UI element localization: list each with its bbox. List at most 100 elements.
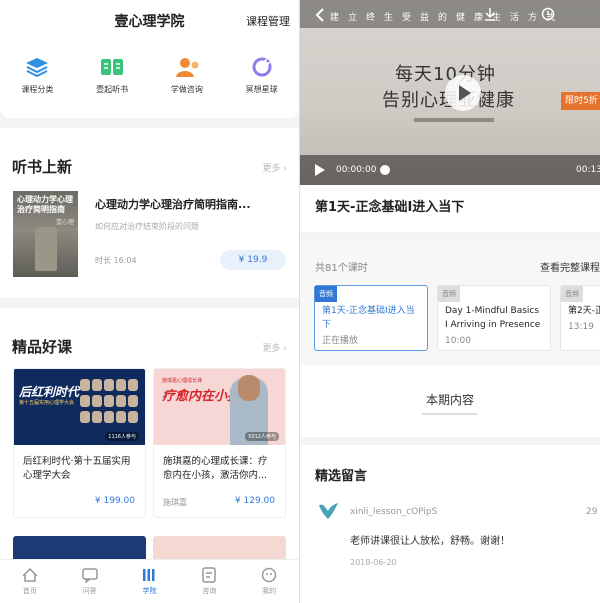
comment-date: 2018-06-20: [350, 558, 397, 567]
participants-badge: 1116人参与: [105, 432, 139, 441]
course-price: ¥ 129.00: [234, 496, 275, 506]
comment-text: 老师讲课很让人放松，舒畅。谢谢！: [350, 536, 510, 547]
course-price: ¥ 199.00: [94, 496, 135, 506]
lesson-card[interactable]: 音频 第1天-正念基础I进入当下 正在播放: [314, 285, 428, 351]
book-duration: 时长 16:04: [95, 256, 137, 265]
tab-label: 首页: [22, 587, 37, 595]
view-all-lessons-link[interactable]: 查看完整课程: [540, 259, 600, 274]
like-count[interactable]: 29: [586, 507, 597, 517]
more-link[interactable]: 更多 ›: [263, 341, 287, 354]
book-price-button[interactable]: ¥ 19.9: [220, 250, 286, 270]
category-course-types[interactable]: 课程分类: [7, 56, 67, 118]
current-time: 00:00:00: [336, 165, 377, 175]
academy-icon: [143, 569, 155, 581]
book-cover: 心理动力学心理治疗简明指南 壹心理: [13, 191, 78, 277]
book-icon: [101, 59, 124, 75]
courses-section: 精品好课 更多 › 后红利时代 第十五届实用心理学大会 1116人参与 后红利时…: [0, 308, 299, 564]
lesson-card[interactable]: 音频 Day 1-Mindful Basics I Arriving in Pr…: [437, 285, 551, 351]
lesson-type: 音频: [315, 286, 337, 302]
cover-author: 壹心理: [55, 219, 74, 226]
lesson-meta: 10:00: [445, 336, 471, 346]
lesson-card[interactable]: 音频 第2天-正念基础II的放松 13:19: [560, 285, 600, 351]
new-books-section: 听书上新 更多 › 心理动力学心理治疗简明指南 壹心理 心理动力学心理治疗简明指…: [0, 128, 299, 298]
top-header: 壹心理学院 课程管理: [0, 0, 299, 40]
book-title: 心理动力学心理治疗简明指南...: [95, 198, 251, 211]
thumb-title: 后红利时代: [19, 385, 80, 399]
lesson-list: 音频 第1天-正念基础I进入当下 正在播放 音频 Day 1-Mindful B…: [314, 285, 600, 351]
tab-profile[interactable]: 我的: [247, 560, 291, 603]
section-header: 精品好课 更多 ›: [0, 308, 299, 368]
section-title: 听书上新: [12, 158, 73, 176]
category-label: 壹起听书: [96, 85, 129, 94]
category-listen-books[interactable]: 壹起听书: [82, 56, 142, 118]
tab-home[interactable]: 首页: [8, 560, 52, 603]
play-icon: [459, 85, 471, 101]
thumb-subtitle: 施琪嘉心理成长课: [162, 378, 203, 384]
tab-consult[interactable]: 咨询: [187, 560, 231, 603]
section-header: 听书上新 更多 ›: [0, 128, 299, 188]
bottom-tabbar: 首页 问答 学院 咨询 我的: [0, 559, 299, 603]
tab-qa[interactable]: 问答: [68, 560, 112, 603]
tab-academy[interactable]: 学院: [127, 560, 171, 603]
layers-icon: [26, 58, 49, 78]
course-player-screen: 建立终生受益的健康生活方式 每天10分钟 告别心理亚健康 限时5折 00:00:…: [299, 0, 600, 603]
lessons-section: 共81个课时 查看完整课程 音频 第1天-正念基础I进入当下 正在播放 音频 D…: [300, 240, 600, 365]
course-name: 施琪嘉的心理成长课：疗愈内在小孩，激活你内...: [163, 456, 268, 481]
lesson-title: 第2天-正念基础II的放松: [568, 306, 600, 316]
course-name: 后红利时代·第十五届实用心理学大会: [23, 456, 131, 481]
period-content-tab[interactable]: 本期内容: [300, 365, 600, 445]
episode-title: 第1天-正念基础I进入当下: [315, 200, 465, 215]
discount-tag: 限时5折: [561, 92, 600, 110]
total-time: 00:13:: [576, 165, 600, 175]
comment-username: xinli_lesson_cOPipS: [350, 507, 438, 517]
lesson-type: 音频: [438, 286, 460, 302]
course-thumbnail: 后红利时代 第十五届实用心理学大会 1116人参与: [14, 369, 145, 445]
course-thumbnail: 施琪嘉心理成长课 疗愈内在小孩 5012人参与: [154, 369, 285, 445]
tab-label: 我的: [262, 587, 277, 595]
video-title: 建立终生受益的健康生活方式: [330, 13, 565, 23]
counselor-icon: [175, 58, 199, 77]
avatar[interactable]: [316, 499, 340, 523]
timer-icon[interactable]: [541, 7, 555, 21]
profile-icon: [261, 567, 277, 583]
video-controls: 00:00:00 00:13:: [300, 155, 600, 185]
lesson-count: 共81个课时: [315, 263, 368, 274]
seek-slider[interactable]: [380, 165, 390, 175]
section-title: 精品好课: [12, 338, 73, 356]
course-card[interactable]: 后红利时代 第十五届实用心理学大会 1116人参与 后红利时代·第十五届实用心理…: [13, 368, 146, 518]
book-item[interactable]: 心理动力学心理治疗简明指南 壹心理 心理动力学心理治疗简明指南... 如何应对治…: [0, 188, 299, 298]
speaker-photos: [80, 379, 144, 425]
more-course-cards: [0, 518, 299, 564]
category-counseling[interactable]: 学做咨询: [157, 56, 217, 118]
participants-badge: 5012人参与: [245, 432, 279, 441]
course-card[interactable]: 施琪嘉心理成长课 疗愈内在小孩 5012人参与 施琪嘉的心理成长课：疗愈内在小孩…: [153, 368, 286, 518]
more-link[interactable]: 更多 ›: [263, 161, 287, 174]
planet-icon: [252, 57, 272, 77]
thumb-subtitle: 第十五届实用心理学大会: [19, 400, 75, 406]
category-label: 冥想星球: [245, 85, 278, 94]
home-icon: [22, 567, 38, 582]
back-arrow-icon[interactable]: [315, 8, 325, 22]
course-author: 施琪嘉: [163, 498, 187, 507]
thumb-title: 疗愈内在小孩: [162, 389, 241, 404]
category-label: 课程分类: [21, 85, 54, 94]
lesson-title: 第1天-正念基础I进入当下: [322, 306, 415, 330]
play-icon[interactable]: [314, 163, 326, 177]
play-overlay-button[interactable]: [445, 75, 481, 111]
period-content-title: 本期内容: [425, 393, 474, 407]
comments-header: 精选留言: [300, 445, 600, 493]
lesson-meta: 正在播放: [322, 336, 359, 346]
download-icon[interactable]: [483, 7, 497, 21]
consult-icon: [202, 567, 217, 583]
video-player[interactable]: 建立终生受益的健康生活方式 每天10分钟 告别心理亚健康 限时5折 00:00:…: [300, 0, 600, 185]
tab-label: 咨询: [202, 587, 217, 595]
course-manage-button[interactable]: 课程管理: [246, 13, 290, 29]
tab-label: 学院: [142, 587, 157, 595]
comments-title: 精选留言: [315, 469, 368, 484]
tab-underline: [422, 413, 477, 415]
comment-item: xinli_lesson_cOPipS 29 老师讲课很让人放松，舒畅。谢谢！ …: [300, 493, 600, 593]
speaker-head: [238, 375, 260, 401]
category-meditation[interactable]: 冥想星球: [232, 56, 292, 118]
book-subtitle: 如何应对治疗结束阶段的问题: [95, 222, 199, 231]
category-row: 课程分类 壹起听书 学做咨询 冥想星球: [0, 40, 299, 118]
